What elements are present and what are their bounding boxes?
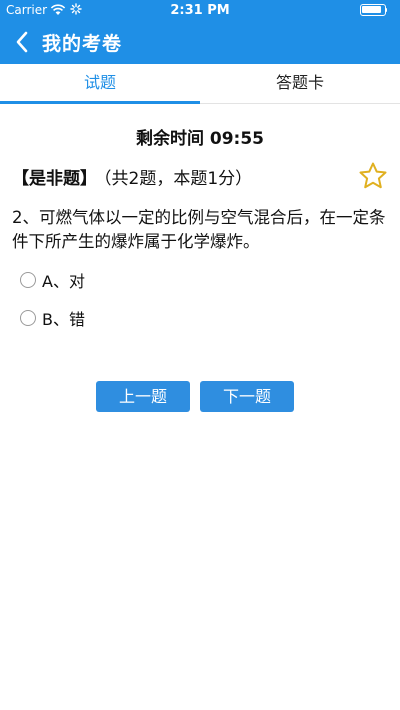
page-title: 我的考卷 [42, 33, 123, 55]
option-b[interactable]: B、错 [20, 306, 85, 330]
option-a[interactable]: A、对 [20, 268, 85, 292]
top-bar: Carrier 2:31 PM 我的考卷 [0, 0, 400, 64]
battery-icon [360, 4, 387, 16]
option-label: B、错 [42, 310, 85, 329]
question-info: （共2题，本题1分） [103, 169, 253, 189]
exam-screen: Carrier 2:31 PM 我的考卷 试题 答题卡 剩余时间 09:55 【… [0, 0, 400, 710]
previous-question-button[interactable]: 上一题 [96, 381, 190, 412]
active-tab-indicator [0, 101, 200, 104]
remaining-time: 剩余时间 09:55 [135, 129, 265, 149]
navigation-bar: 我的考卷 [0, 20, 400, 64]
tab-questions[interactable]: 试题 [0, 64, 200, 104]
question-text: 2、可燃气体以一定的比例与空气混合后，在一定条件下所产生的爆炸属于化学爆炸。 [12, 208, 386, 251]
chevron-left-icon [16, 31, 28, 53]
question-type: 【是非题】 [12, 169, 97, 189]
radio-button[interactable] [20, 310, 36, 326]
radio-button[interactable] [20, 272, 36, 288]
next-question-button[interactable]: 下一题 [200, 381, 294, 412]
tab-answer-sheet[interactable]: 答题卡 [200, 64, 400, 104]
question-header: 【是非题】 （共2题，本题1分） [12, 164, 252, 189]
tab-bar: 试题 答题卡 [0, 64, 400, 104]
back-button[interactable] [8, 28, 36, 56]
status-bar: Carrier 2:31 PM [0, 0, 400, 20]
option-label: A、对 [42, 272, 85, 291]
status-time: 2:31 PM [170, 3, 230, 18]
star-icon[interactable] [358, 161, 388, 191]
